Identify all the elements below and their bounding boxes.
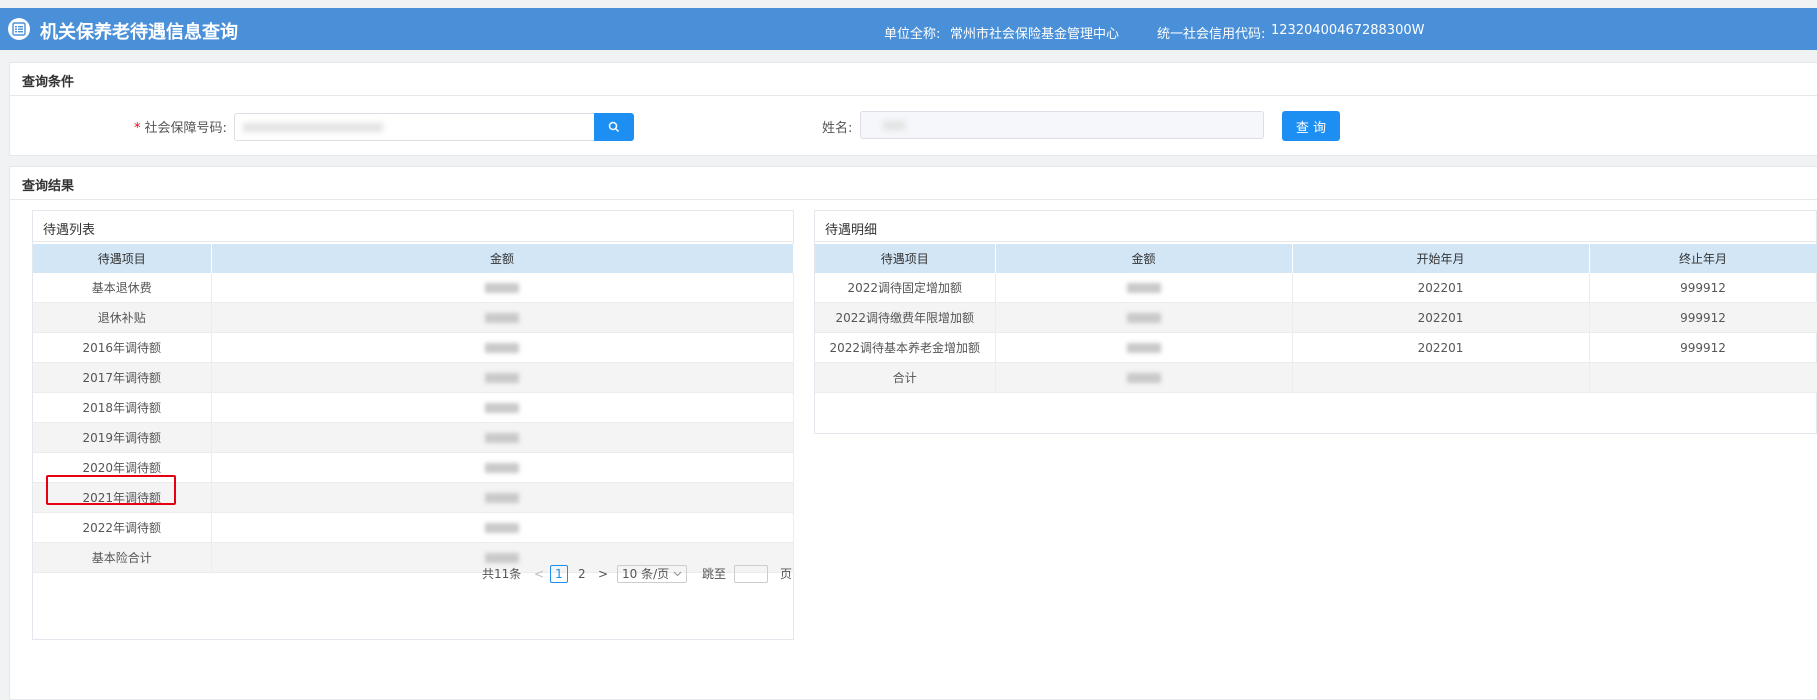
credit-code-label: 统一社会信用代码: — [1157, 27, 1266, 42]
benefit-item: 退休补贴 — [33, 302, 212, 333]
table-row[interactable]: 2018年调待额 — [33, 392, 794, 423]
divider — [815, 241, 1816, 242]
table-header-row: 待遇项目 金额 开始年月 终止年月 — [815, 244, 1817, 273]
app-header: 机关保养老待遇信息查询 单位全称: 常州市社会保险基金管理中心 统一社会信用代码… — [0, 8, 1817, 50]
benefit-item: 基本退休费 — [33, 273, 212, 303]
page-size-value: 10 条/页 — [622, 567, 670, 581]
ssn-input[interactable] — [234, 113, 606, 141]
benefit-list-table: 待遇项目 金额 基本退休费 退休补贴 2016年调待额 2017年调待额 201… — [33, 244, 794, 573]
table-row[interactable]: 2016年调待额 — [33, 332, 794, 363]
table-header-row: 待遇项目 金额 — [33, 244, 794, 273]
amount-redacted — [995, 362, 1293, 393]
benefit-item: 2019年调待额 — [33, 422, 212, 453]
benefit-item: 2018年调待额 — [33, 392, 212, 423]
detail-item: 2022调待固定增加额 — [815, 273, 996, 303]
page-unit-label: 页 — [780, 567, 793, 581]
benefit-item: 2016年调待额 — [33, 332, 212, 363]
end-month: 999912 — [1589, 273, 1817, 303]
page-1-button[interactable]: 1 — [550, 565, 568, 583]
query-panel-title: 查询条件 — [22, 75, 75, 90]
chevron-down-icon — [673, 571, 682, 577]
table-row[interactable]: 2022调待固定增加额 202201 999912 — [815, 273, 1817, 303]
amount-redacted — [211, 362, 794, 393]
name-label: 姓名: — [822, 121, 853, 136]
table-row[interactable]: 2022调待基本养老金增加额 202201 999912 — [815, 332, 1817, 363]
required-mark: * — [134, 121, 141, 136]
name-input[interactable] — [860, 111, 1264, 139]
credit-code-value: 12320400467288300W — [1271, 23, 1425, 38]
list-icon — [8, 18, 30, 40]
table-row[interactable]: 合计 — [815, 362, 1817, 393]
app-title: 机关保养老待遇信息查询 — [40, 22, 238, 43]
query-panel: 查询条件 * 社会保障号码: 姓名: 查 询 — [9, 62, 1817, 156]
amount-redacted — [211, 273, 794, 303]
benefit-item: 2022年调待额 — [33, 512, 212, 543]
end-month: 999912 — [1589, 302, 1817, 333]
start-month: 202201 — [1292, 273, 1590, 303]
amount-redacted — [211, 512, 794, 543]
prev-page-button[interactable]: < — [534, 565, 544, 583]
query-button[interactable]: 查 询 — [1282, 111, 1340, 141]
start-month: 202201 — [1292, 332, 1590, 363]
amount-redacted — [995, 332, 1293, 363]
detail-item: 合计 — [815, 362, 996, 393]
highlight-annotation — [46, 475, 176, 505]
benefit-detail-title: 待遇明细 — [825, 223, 878, 238]
next-page-button[interactable]: > — [598, 565, 608, 583]
start-month: 202201 — [1292, 302, 1590, 333]
org-label: 单位全称: — [884, 27, 941, 42]
column-header: 金额 — [211, 244, 794, 273]
divider — [33, 241, 793, 242]
end-month: 999912 — [1589, 332, 1817, 363]
table-row[interactable]: 基本退休费 — [33, 273, 794, 303]
column-header: 开始年月 — [1292, 244, 1590, 273]
jump-label: 跳至 — [702, 567, 727, 581]
results-panel-title: 查询结果 — [22, 179, 75, 194]
table-row[interactable]: 2022年调待额 — [33, 512, 794, 543]
divider — [10, 95, 1817, 96]
table-row[interactable]: 2017年调待额 — [33, 362, 794, 393]
column-header: 金额 — [995, 244, 1293, 273]
detail-item: 2022调待缴费年限增加额 — [815, 302, 996, 333]
ssn-label-text: 社会保障号码: — [144, 121, 227, 136]
table-row[interactable]: 2019年调待额 — [33, 422, 794, 453]
page-2-button[interactable]: 2 — [578, 565, 586, 583]
column-header: 待遇项目 — [33, 244, 212, 273]
pagination: 共11条 < 1 2 > 10 条/页 跳至 页 — [480, 565, 820, 585]
page-size-select[interactable]: 10 条/页 — [617, 565, 687, 583]
org-name: 常州市社会保险基金管理中心 — [950, 27, 1120, 42]
amount-redacted — [995, 302, 1293, 333]
jump-page-input[interactable] — [734, 565, 768, 583]
end-month — [1589, 362, 1817, 393]
table-row[interactable]: 2022调待缴费年限增加额 202201 999912 — [815, 302, 1817, 333]
column-header: 待遇项目 — [815, 244, 996, 273]
amount-redacted — [211, 452, 794, 483]
start-month — [1292, 362, 1590, 393]
search-button[interactable] — [594, 113, 634, 141]
table-row[interactable]: 退休补贴 — [33, 302, 794, 333]
benefit-item: 2017年调待额 — [33, 362, 212, 393]
divider — [10, 199, 1817, 200]
amount-redacted — [995, 273, 1293, 303]
amount-redacted — [211, 482, 794, 513]
total-count: 共11条 — [482, 567, 522, 581]
benefit-item: 基本险合计 — [33, 542, 212, 573]
amount-redacted — [211, 302, 794, 333]
column-header: 终止年月 — [1589, 244, 1817, 273]
amount-redacted — [211, 422, 794, 453]
amount-redacted — [211, 392, 794, 423]
benefit-list-title: 待遇列表 — [43, 223, 96, 238]
ssn-label: * 社会保障号码: — [134, 117, 227, 136]
benefit-detail-table: 待遇项目 金额 开始年月 终止年月 2022调待固定增加额 202201 999… — [815, 244, 1817, 393]
detail-item: 2022调待基本养老金增加额 — [815, 332, 996, 363]
search-icon — [608, 121, 620, 133]
amount-redacted — [211, 332, 794, 363]
